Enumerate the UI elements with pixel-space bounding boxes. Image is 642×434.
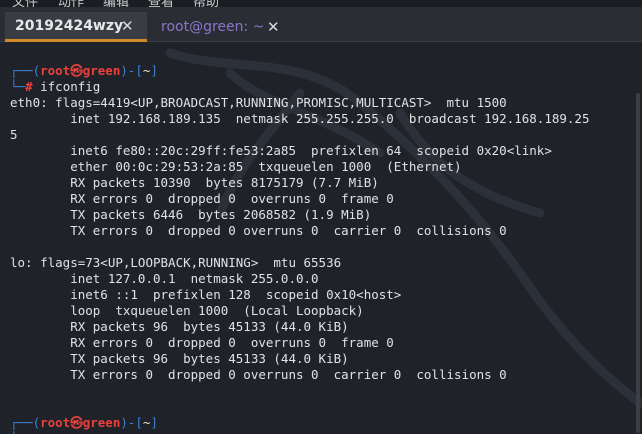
output-line: ether 00:0c:29:53:2a:85 txqueuelen 1000 … (10, 159, 462, 174)
terminal-view[interactable]: ┌──(root㉿green)-[~] └─# ifconfig eth0: f… (0, 43, 642, 434)
menu-file[interactable]: 文件 (12, 0, 38, 7)
output-line: 5 (10, 127, 18, 142)
tab-label: root@green: ~ (161, 19, 265, 35)
output-line: lo: flags=73<UP,LOOPBACK,RUNNING> mtu 65… (10, 255, 342, 270)
scrollbar[interactable] (636, 93, 640, 433)
output-line: loop txqueuelen 1000 (Local Loopback) (10, 303, 364, 318)
menubar: 文件 动作 编辑 查看 帮助 (0, 0, 642, 7)
output-line: RX errors 0 dropped 0 overruns 0 frame 0 (10, 335, 394, 350)
tab-label: 20192424wzy (15, 17, 124, 34)
tab-20192424wzy[interactable]: 20192424wzy ✕ (5, 12, 147, 42)
output-line: inet6 ::1 prefixlen 128 scopeid 0x10<hos… (10, 287, 402, 302)
output-line: inet 127.0.0.1 netmask 255.0.0.0 (10, 271, 319, 286)
output-line: inet6 fe80::20c:29ff:fe53:2a85 prefixlen… (10, 143, 552, 158)
output-line: TX packets 6446 bytes 2068582 (1.9 MiB) (10, 207, 372, 222)
prompt-line-2: ┌──(root㉿green)-[~] (10, 415, 158, 430)
command-line-1: └─# ifconfig (10, 79, 101, 94)
menu-action[interactable]: 动作 (58, 0, 84, 7)
output-line: TX errors 0 dropped 0 overruns 0 carrier… (10, 223, 507, 238)
output-line: RX packets 96 bytes 45133 (44.0 KiB) (10, 319, 349, 334)
output-line: TX packets 96 bytes 45133 (44.0 KiB) (10, 351, 349, 366)
output-line: eth0: flags=4419<UP,BROADCAST,RUNNING,PR… (10, 95, 507, 110)
menu-edit[interactable]: 编辑 (103, 0, 129, 7)
output-line: RX packets 10390 bytes 8175179 (7.7 MiB) (10, 175, 379, 190)
tab-root-green[interactable]: root@green: ~ ✕ (153, 12, 291, 42)
tab-bar: 20192424wzy ✕ root@green: ~ ✕ (0, 7, 642, 42)
prompt-line-1: ┌──(root㉿green)-[~] (10, 63, 158, 78)
close-icon[interactable]: ✕ (267, 18, 280, 36)
close-icon[interactable]: ✕ (121, 17, 134, 35)
output-line: RX errors 0 dropped 0 overruns 0 frame 0 (10, 191, 394, 206)
output-line: TX errors 0 dropped 0 overruns 0 carrier… (10, 367, 507, 382)
output-line: inet 192.168.189.135 netmask 255.255.255… (10, 111, 590, 126)
menu-view[interactable]: 查看 (148, 0, 174, 7)
menu-help[interactable]: 帮助 (193, 0, 219, 7)
